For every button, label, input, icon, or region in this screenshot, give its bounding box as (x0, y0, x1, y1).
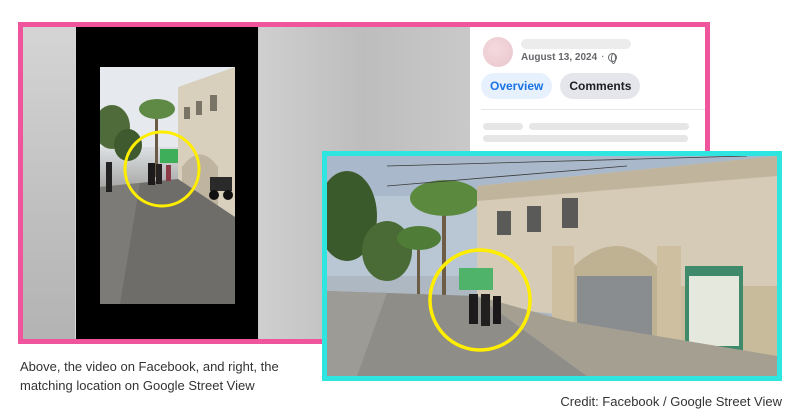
tab-overview[interactable]: Overview (481, 73, 553, 99)
divider (481, 109, 705, 110)
video-street-scene (100, 67, 235, 304)
avatar[interactable] (483, 37, 513, 67)
caption: Above, the video on Facebook, and right,… (20, 357, 320, 395)
video-frame[interactable] (100, 67, 235, 304)
caption-line: Above, the video on Facebook, and right,… (20, 359, 279, 374)
meta-separator: · (601, 52, 605, 63)
blurred-background-left (23, 27, 75, 339)
credit: Credit: Facebook / Google Street View (560, 394, 782, 409)
blurred-text-line (483, 123, 523, 130)
globe-icon (608, 53, 618, 64)
post-tabs: Overview Comments (481, 73, 641, 99)
street-view-screenshot (322, 151, 782, 381)
blurred-text-line (483, 135, 688, 142)
blurred-author-name (521, 39, 631, 49)
caption-line: matching location on Google Street View (20, 378, 255, 393)
street-view-scene (327, 156, 777, 376)
tab-comments[interactable]: Comments (560, 73, 641, 99)
post-date[interactable]: August 13, 2024 (521, 52, 597, 63)
blurred-text-line (529, 123, 689, 130)
post-meta: August 13, 2024 · (521, 52, 618, 64)
